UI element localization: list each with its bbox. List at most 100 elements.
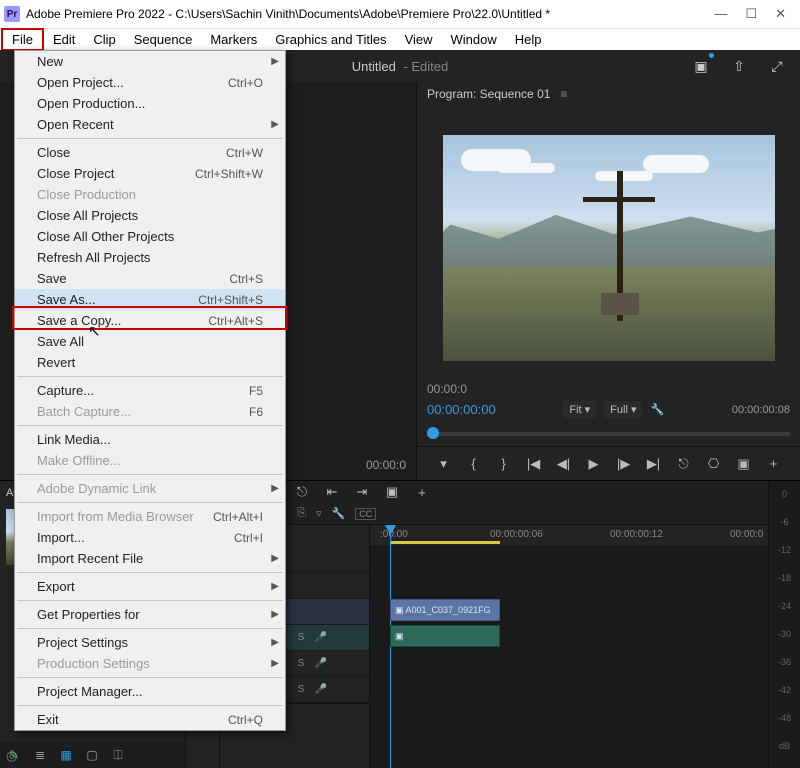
program-panel: Program: Sequence 01 ≡ 00:00:0 00:00:00:… — [416, 82, 800, 480]
video-preview — [443, 135, 775, 361]
menu-item-import[interactable]: Import...Ctrl+I — [15, 527, 285, 548]
freeform-view-icon[interactable]: ▢ — [84, 747, 100, 763]
mark-in-icon[interactable]: { — [464, 454, 484, 474]
menu-item-open-recent[interactable]: Open Recent▶ — [15, 114, 285, 135]
maximize-button[interactable]: ☐ — [745, 6, 757, 22]
button-editor-icon[interactable]: + — [412, 482, 432, 502]
add-marker-icon[interactable]: ▾ — [434, 454, 454, 474]
insert-icon[interactable]: ⇤ — [322, 482, 342, 502]
menu-item-project-settings[interactable]: Project Settings▶ — [15, 632, 285, 653]
menu-item-revert[interactable]: Revert — [15, 352, 285, 373]
menu-item-save-as[interactable]: Save As...Ctrl+Shift+S — [15, 289, 285, 310]
menu-item-import-recent-file[interactable]: Import Recent File▶ — [15, 548, 285, 569]
marker-icon[interactable]: ▿ — [316, 507, 322, 520]
mic-icon: 🎤 — [314, 657, 328, 671]
menu-item-close-all-projects[interactable]: Close All Projects — [15, 205, 285, 226]
linked-selection-icon[interactable]: ⎘ — [297, 507, 306, 520]
go-to-in-icon[interactable]: |◀ — [524, 454, 544, 474]
menu-item-import-from-media-browser: Import from Media BrowserCtrl+Alt+I — [15, 506, 285, 527]
menu-help[interactable]: Help — [506, 30, 551, 49]
export-icon[interactable]: ⇧ — [728, 55, 750, 77]
menu-item-production-settings: Production Settings▶ — [15, 653, 285, 674]
zoom-fit-select[interactable]: Fit ▾ — [563, 401, 596, 418]
menu-item-save-all[interactable]: Save All — [15, 331, 285, 352]
menu-item-batch-capture: Batch Capture...F6 — [15, 401, 285, 422]
go-to-out-icon[interactable]: ▶| — [644, 454, 664, 474]
program-header: Program: Sequence 01 — [427, 87, 550, 101]
audio-clip[interactable]: ▣ — [390, 625, 500, 647]
resolution-select[interactable]: Full ▾ — [604, 401, 642, 418]
menu-edit[interactable]: Edit — [44, 30, 84, 49]
video-clip[interactable]: ▣ A001_C037_0921FG — [390, 599, 500, 621]
workspace-label: Untitled - Edited — [352, 59, 449, 74]
menubar: File Edit Clip Sequence Markers Graphics… — [0, 28, 800, 50]
extract-icon[interactable]: ⎔ — [704, 454, 724, 474]
menu-item-project-manager[interactable]: Project Manager... — [15, 681, 285, 702]
button-editor-icon[interactable]: + — [764, 454, 784, 474]
menu-clip[interactable]: Clip — [84, 30, 124, 49]
source-transport: ⎋ ⇤ ⇥ ▣ + — [292, 482, 432, 502]
menu-item-capture[interactable]: Capture...F5 — [15, 380, 285, 401]
menu-item-new[interactable]: New▶ — [15, 51, 285, 72]
export-frame-icon[interactable]: ▣ — [382, 482, 402, 502]
lift-icon[interactable]: ⎋ — [674, 454, 694, 474]
menu-item-exit[interactable]: ExitCtrl+Q — [15, 709, 285, 730]
menu-sequence[interactable]: Sequence — [125, 30, 202, 49]
fullscreen-icon[interactable]: ⤢ — [766, 55, 788, 77]
time-ruler[interactable]: :00:00 00:00:00:06 00:00:00:12 00:00:0 — [370, 525, 768, 547]
menu-item-close[interactable]: CloseCtrl+W — [15, 142, 285, 163]
timeline-panel: ce 01 ≡ :00:00 ⊓ ⎘ ▿ 🔧 CC V3▣◉ V2▣◉ — [220, 481, 768, 768]
menu-view[interactable]: View — [396, 30, 442, 49]
menu-window[interactable]: Window — [442, 30, 506, 49]
program-transport: ▾ { } |◀ ◀| ▶ |▶ ▶| ⎋ ⎔ ▣ + — [417, 446, 800, 480]
audio-meters: 0-6-12 -18-24-30 -36-42-48 dB — [768, 481, 800, 768]
menu-item-adobe-dynamic-link: Adobe Dynamic Link▶ — [15, 478, 285, 499]
menu-item-save-a-copy[interactable]: Save a Copy...Ctrl+Alt+S — [15, 310, 285, 331]
program-monitor[interactable] — [417, 106, 800, 379]
mark-out-icon[interactable]: } — [494, 454, 514, 474]
menu-item-get-properties-for[interactable]: Get Properties for▶ — [15, 604, 285, 625]
menu-graphics-and-titles[interactable]: Graphics and Titles — [266, 30, 395, 49]
cursor-icon: ↖ — [88, 322, 101, 340]
settings-icon[interactable]: 🔧 — [332, 507, 346, 520]
program-scrub[interactable] — [427, 422, 790, 444]
cc-icon[interactable]: CC — [355, 508, 376, 520]
panel-menu-icon[interactable]: ≡ — [560, 87, 567, 101]
menu-item-open-production[interactable]: Open Production... — [15, 93, 285, 114]
app-logo: Pr — [4, 6, 20, 22]
menu-markers[interactable]: Markers — [201, 30, 266, 49]
menu-item-link-media[interactable]: Link Media... — [15, 429, 285, 450]
program-playhead-tc[interactable]: 00:00:00:00 — [427, 402, 496, 417]
menu-item-export[interactable]: Export▶ — [15, 576, 285, 597]
menu-item-close-all-other-projects[interactable]: Close All Other Projects — [15, 226, 285, 247]
close-button[interactable]: ✕ — [775, 6, 786, 22]
timeline-tracks[interactable]: :00:00 00:00:00:06 00:00:00:12 00:00:0 ▣… — [370, 525, 768, 768]
creative-cloud-icon[interactable]: ◎ — [6, 748, 17, 764]
menu-item-open-project[interactable]: Open Project...Ctrl+O — [15, 72, 285, 93]
menu-item-save[interactable]: SaveCtrl+S — [15, 268, 285, 289]
project-footer: ✎ ≣ ▦ ▢ ⎅ — [0, 742, 185, 768]
menu-file[interactable]: File — [1, 28, 44, 51]
export-frame-icon[interactable]: ▣ — [734, 454, 754, 474]
import-icon[interactable]: ▣ — [690, 55, 712, 77]
menu-item-close-production: Close Production — [15, 184, 285, 205]
menu-item-refresh-all-projects[interactable]: Refresh All Projects — [15, 247, 285, 268]
mic-icon: 🎤 — [314, 631, 328, 645]
menu-item-close-project[interactable]: Close ProjectCtrl+Shift+W — [15, 163, 285, 184]
source-timecode: 00:00:0 — [366, 458, 406, 472]
step-back-icon[interactable]: ◀| — [554, 454, 574, 474]
program-tc-left: 00:00:0 — [427, 382, 467, 396]
lift-icon[interactable]: ⎋ — [292, 482, 312, 502]
file-menu-dropdown: New▶Open Project...Ctrl+OOpen Production… — [14, 50, 286, 731]
sort-icon[interactable]: ⎅ — [110, 747, 126, 763]
list-view-icon[interactable]: ≣ — [32, 747, 48, 763]
icon-view-icon[interactable]: ▦ — [58, 747, 74, 763]
menu-item-make-offline: Make Offline... — [15, 450, 285, 471]
program-tc-right: 00:00:00:08 — [732, 404, 790, 416]
minimize-button[interactable]: — — [714, 6, 727, 22]
window-titlebar: Pr Adobe Premiere Pro 2022 - C:\Users\Sa… — [0, 0, 800, 28]
settings-icon[interactable]: 🔧 — [650, 403, 664, 416]
play-icon[interactable]: ▶ — [584, 454, 604, 474]
overwrite-icon[interactable]: ⇥ — [352, 482, 372, 502]
step-forward-icon[interactable]: |▶ — [614, 454, 634, 474]
